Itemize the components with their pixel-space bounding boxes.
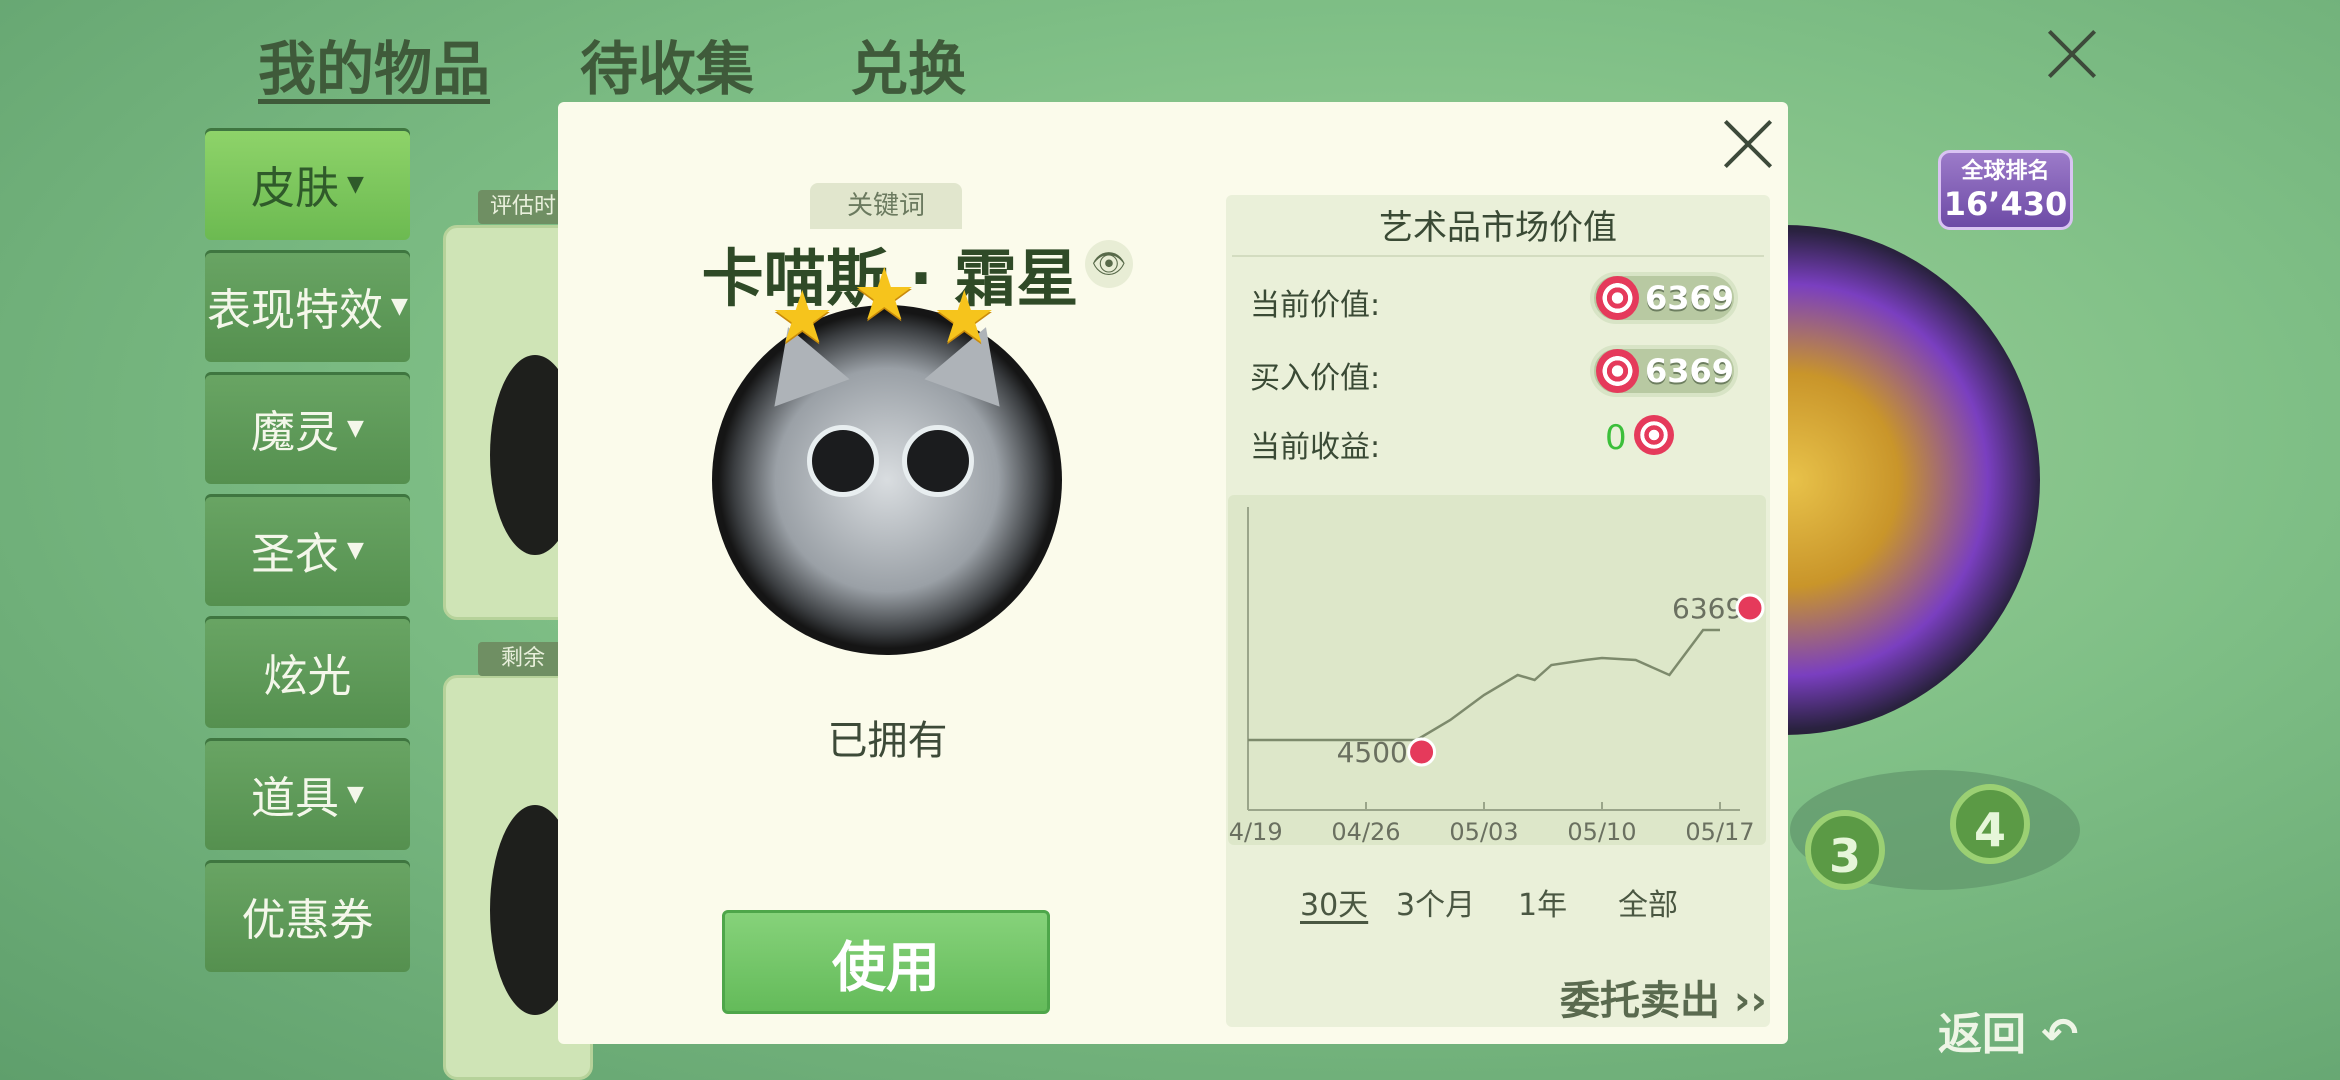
current-value-label: 当前价值: [1250, 288, 1381, 323]
card-label: 剩余 [478, 642, 568, 676]
cat-eye [902, 425, 974, 497]
item-portrait [712, 305, 1062, 655]
consign-sell-button[interactable]: 委托卖出 ›› [1560, 968, 1767, 1026]
sidebar-item-coupons[interactable]: 优惠券 [205, 860, 410, 972]
caret-down-icon: ▼ [391, 293, 408, 319]
profit-label: 当前收益: [1250, 430, 1381, 465]
x-tick-label: 04/26 [1331, 818, 1400, 845]
use-button[interactable]: 使用 [722, 910, 1050, 1014]
x-tick-label: 04/19 [1228, 818, 1283, 845]
card-label: 评估时 [478, 190, 568, 224]
sidebar-item-props[interactable]: 道具 ▼ [205, 738, 410, 850]
divider [1232, 255, 1764, 257]
x-tick-label: 05/10 [1567, 818, 1636, 845]
tab-to-collect[interactable]: 待收集 [580, 22, 754, 106]
lollipop-icon [1735, 593, 1765, 623]
double-chevron-right-icon: ›› [1720, 978, 1767, 1024]
lollipop-icon [1634, 415, 1674, 455]
buy-value: 6369 [1644, 352, 1734, 390]
sidebar-item-label: 道具 [251, 773, 340, 824]
ranking-value: 16’430 [1943, 185, 2068, 223]
sell-label: 委托卖出 [1560, 978, 1720, 1024]
price-series-line [1248, 628, 1720, 742]
range-tab-all[interactable]: 全部 [1618, 880, 1678, 924]
price-chart: 04/19 04/26 05/03 05/10 05/17 4500 6369 [1213, 495, 1766, 846]
sidebar-item-label: 圣衣 [251, 529, 340, 580]
sidebar-item-label: 表现特效 [207, 285, 384, 336]
sidebar-item-spirit[interactable]: 魔灵 ▼ [205, 372, 410, 484]
ranking-title: 全球排名 [1961, 159, 2050, 184]
back-arrow-icon: ↶ [2026, 1009, 2079, 1060]
buy-value-pill: 6369 [1590, 345, 1738, 397]
range-tab-30d[interactable]: 30天 [1300, 880, 1368, 924]
market-title: 艺术品市场价值 [1379, 208, 1617, 248]
x-tick-label: 05/17 [1685, 818, 1754, 845]
sidebar-item-label: 炫光 [263, 651, 352, 702]
modal-close-icon[interactable] [1718, 114, 1778, 174]
level-badge[interactable]: 4 [1950, 784, 2030, 864]
star-icon: ★ [852, 252, 917, 336]
screen-close-icon[interactable] [2042, 24, 2102, 84]
tab-my-items[interactable]: 我的物品 [258, 22, 490, 106]
cat-eye [807, 425, 879, 497]
x-tick-label: 05/03 [1449, 818, 1518, 845]
sidebar-item-effects[interactable]: 表现特效 ▼ [205, 250, 410, 362]
keyword-tag[interactable]: 关键词 [810, 183, 962, 229]
category-sidebar: 皮肤 ▼ 表现特效 ▼ 魔灵 ▼ 圣衣 ▼ 炫光 道具 ▼ 优惠券 [205, 128, 415, 982]
level-badge[interactable]: 3 [1805, 810, 1885, 890]
data-label: 4500 [1337, 736, 1408, 769]
caret-down-icon: ▼ [347, 537, 364, 563]
lollipop-icon [1407, 737, 1437, 767]
caret-down-icon: ▼ [347, 171, 364, 197]
lollipop-icon [1596, 349, 1639, 393]
sidebar-item-label: 魔灵 [251, 407, 340, 458]
star-icon: ★ [932, 275, 997, 359]
back-label: 返回 [1938, 1009, 2026, 1060]
price-chart-svg: 04/19 04/26 05/03 05/10 05/17 4500 6369 [1213, 507, 1765, 846]
sidebar-item-armor[interactable]: 圣衣 ▼ [205, 494, 410, 606]
data-label: 6369 [1672, 592, 1743, 625]
global-ranking-badge[interactable]: 全球排名 16’430 [1938, 150, 2073, 230]
owned-status: 已拥有 [827, 718, 948, 764]
sidebar-item-label: 优惠券 [241, 895, 374, 946]
caret-down-icon: ▼ [347, 781, 364, 807]
caret-down-icon: ▼ [347, 415, 364, 441]
tab-exchange[interactable]: 兑换 [850, 22, 966, 106]
back-button[interactable]: 返回 ↶ [1938, 998, 2078, 1062]
lollipop-icon [1596, 276, 1639, 320]
current-value: 6369 [1644, 279, 1734, 317]
profit-value: 0 [1605, 418, 1627, 458]
sidebar-item-label: 皮肤 [251, 163, 340, 214]
star-icon: ★ [770, 275, 835, 359]
eye-icon[interactable]: 👁 [1085, 240, 1133, 288]
sidebar-item-skin[interactable]: 皮肤 ▼ [205, 128, 410, 240]
range-tab-3m[interactable]: 3个月 [1396, 880, 1475, 924]
current-value-pill: 6369 [1590, 272, 1738, 324]
sidebar-item-glow[interactable]: 炫光 [205, 616, 410, 728]
buy-value-label: 买入价值: [1250, 361, 1381, 396]
range-tab-1y[interactable]: 1年 [1518, 880, 1567, 924]
